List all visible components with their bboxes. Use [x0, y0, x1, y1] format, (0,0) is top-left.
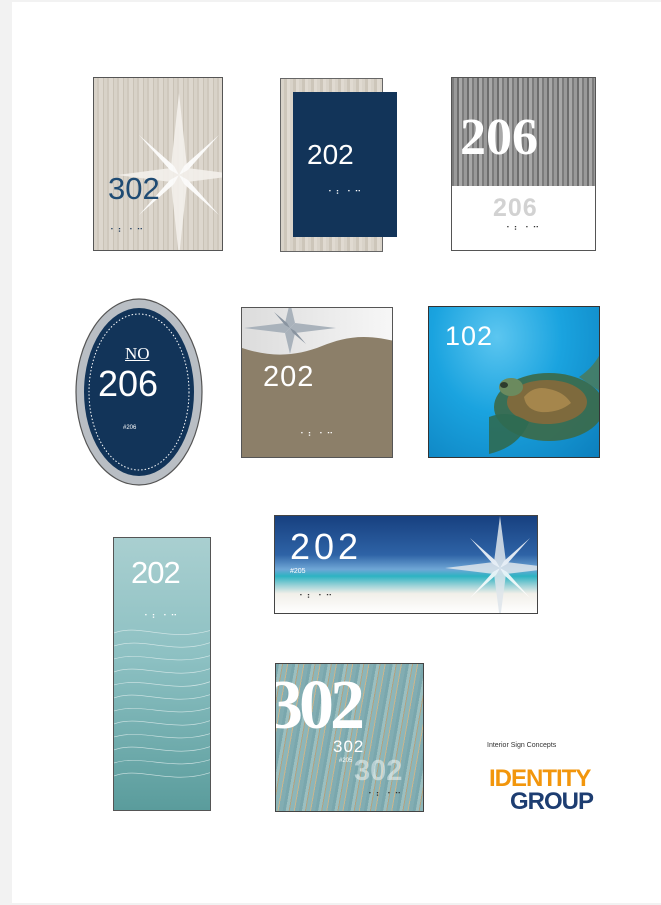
number-prefix: NO	[125, 344, 150, 363]
identity-group-logo: IDENTITY GROUP	[489, 767, 601, 814]
room-number-secondary: 206	[493, 194, 538, 222]
sign-wood-compass-302: 302 ⠁⠃ ⠁⠉	[93, 77, 223, 251]
room-number: 206	[460, 109, 538, 166]
braille-dots: ⠁⠃ ⠁⠉	[299, 594, 334, 604]
braille-dots: ⠁⠃ ⠁⠉	[328, 190, 363, 200]
room-number: 202	[131, 555, 181, 590]
braille-dots: ⠁⠃ ⠁⠉	[144, 614, 179, 624]
small-label: #206	[123, 425, 137, 431]
small-label: #205	[290, 568, 306, 575]
braille-dots: ⠁⠃ ⠁⠉	[110, 228, 145, 238]
sign-hills-202: 202 ⠁⠃ ⠁⠉	[241, 307, 393, 458]
room-number: 202	[307, 139, 354, 170]
room-number: 206	[98, 363, 159, 404]
room-number: 202	[263, 361, 315, 393]
room-number: 302	[333, 737, 365, 756]
compass-rose-icon	[117, 93, 222, 250]
ghost-number: 302	[354, 755, 403, 787]
sign-waves-202: 202 ⠁⠃ ⠁⠉	[113, 537, 211, 811]
sign-gray-wood-206: 206 206 ⠁⠃ ⠁⠉	[451, 77, 596, 251]
large-number: 302	[275, 667, 365, 744]
sign-navy-202: 202 ⠁⠃ ⠁⠉	[293, 92, 397, 237]
braille-dots: ⠁⠃ ⠁⠉	[300, 432, 335, 442]
sign-texture-302: 302 302 302 #205 ⠁⠃ ⠁⠉	[275, 663, 424, 812]
braille-dots: ⠁⠃ ⠁⠉	[368, 792, 403, 802]
caption: Interior Sign Concepts	[487, 742, 557, 749]
room-number: 302	[108, 171, 160, 206]
logo-line-2: GROUP	[510, 788, 594, 815]
small-label: #205	[339, 758, 353, 764]
room-number: 202	[290, 526, 363, 567]
room-number: 102	[445, 321, 494, 351]
sign-sea-turtle-102: 102	[428, 306, 600, 458]
sign-oval-206: NO 206 #206	[74, 297, 204, 487]
sign-beach-202: 202 #205 ⠁⠃ ⠁⠉	[274, 515, 538, 614]
braille-dots: ⠁⠃ ⠁⠉	[506, 226, 541, 236]
